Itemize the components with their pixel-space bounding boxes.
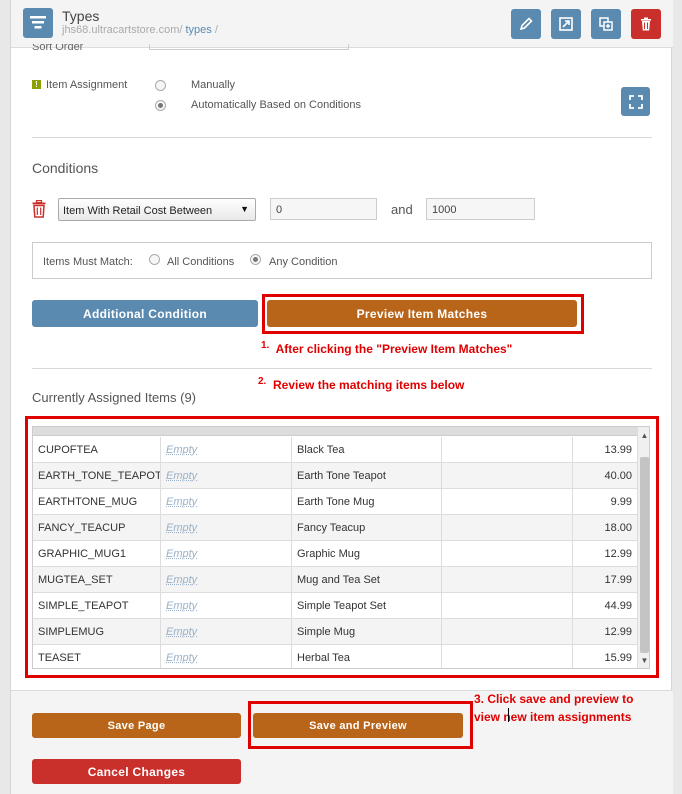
match-label: Items Must Match: [43, 256, 133, 268]
copy-button[interactable] [591, 9, 621, 39]
item-assignment-label: Item Assignment [46, 79, 128, 91]
text-cursor [508, 708, 509, 722]
highlight-save-preview [248, 701, 473, 749]
annotation-step-2-number: 2. [258, 376, 267, 387]
annotation-step-1-number: 1. [261, 340, 270, 351]
page: Types jhs68.ultracartstore.com/ types / … [10, 0, 673, 794]
annotation-step-2: 2. Review the matching items below [258, 376, 464, 392]
assigned-items-heading: Currently Assigned Items (9) [32, 390, 197, 405]
condition-type-select[interactable]: Item With Retail Cost Between ▼ [58, 198, 256, 221]
divider [32, 137, 652, 138]
chevron-down-icon: ▼ [240, 204, 249, 214]
page-title: Types [62, 8, 100, 24]
annotation-step-1: 1. After clicking the "Preview Item Matc… [261, 340, 512, 356]
trash-icon [641, 17, 651, 31]
info-icon: ! [32, 80, 41, 89]
list-filter-icon[interactable] [23, 8, 53, 38]
sort-order-input[interactable] [149, 44, 349, 50]
radio-all-conditions-label: All Conditions [167, 256, 235, 268]
min-value-input[interactable]: 0 [270, 198, 377, 220]
external-link-icon [559, 17, 573, 31]
divider [32, 368, 652, 369]
copy-icon [599, 17, 613, 31]
radio-manually-label: Manually [191, 79, 236, 91]
save-page-button[interactable]: Save Page [32, 713, 241, 738]
radio-automatic-label: Automatically Based on Conditions [191, 99, 361, 111]
sort-order-label: Sort Order [32, 44, 84, 53]
cancel-changes-button[interactable]: Cancel Changes [32, 759, 241, 784]
breadcrumb-separator: / [214, 24, 218, 36]
and-label: and [391, 202, 413, 217]
breadcrumb-link-types[interactable]: types [186, 24, 212, 36]
page-header: Types jhs68.ultracartstore.com/ types / [11, 0, 673, 48]
remove-condition-button[interactable] [31, 199, 47, 223]
match-options-box: Items Must Match: All Conditions Any Con… [32, 242, 652, 279]
radio-automatic[interactable] [155, 100, 166, 111]
breadcrumb-host: jhs68.ultracartstore.com/ [62, 24, 183, 36]
annotation-step-3-line-1: 3. Click save and preview to [474, 692, 634, 706]
annotation-step-1-text: After clicking the "Preview Item Matches… [275, 342, 513, 356]
highlight-grid [25, 416, 659, 678]
radio-any-condition-label: Any Condition [269, 256, 338, 268]
additional-condition-button[interactable]: Additional Condition [32, 300, 258, 327]
condition-type-value: Item With Retail Cost Between [63, 205, 213, 217]
expand-icon [628, 94, 643, 109]
highlight-preview-button [262, 294, 584, 334]
radio-any-condition[interactable] [250, 254, 261, 265]
fullscreen-button[interactable] [621, 87, 650, 116]
trash-icon [32, 199, 46, 218]
conditions-heading: Conditions [32, 160, 99, 176]
radio-all-conditions[interactable] [149, 254, 160, 265]
radio-manually[interactable] [155, 80, 166, 91]
annotation-step-3-line-2: view new item assignments [474, 710, 632, 724]
max-value-input[interactable]: 1000 [426, 198, 535, 220]
annotation-step-2-text: Review the matching items below [273, 378, 465, 392]
edit-button[interactable] [511, 9, 541, 39]
open-external-button[interactable] [551, 9, 581, 39]
breadcrumb: jhs68.ultracartstore.com/ types / [62, 24, 218, 36]
pencil-icon [519, 17, 533, 31]
delete-button[interactable] [631, 9, 661, 39]
